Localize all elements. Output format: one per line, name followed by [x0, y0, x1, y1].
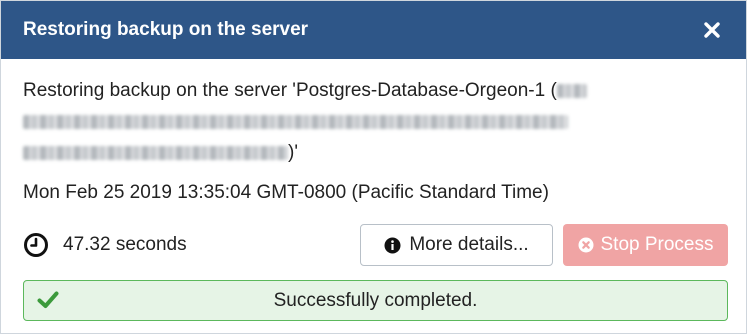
- redacted-host-3: [23, 145, 288, 160]
- dialog-title: Restoring backup on the server: [23, 19, 309, 40]
- redacted-host-2: [23, 114, 568, 129]
- restore-backup-dialog: Restoring backup on the server Restoring…: [0, 0, 747, 334]
- restore-message-suffix: )': [288, 142, 298, 163]
- dialog-header: Restoring backup on the server: [1, 1, 746, 59]
- elapsed-time: 47.32 seconds: [23, 224, 187, 266]
- times-circle-icon: [578, 237, 594, 253]
- start-timestamp: Mon Feb 25 2019 13:35:04 GMT-0800 (Pacif…: [23, 182, 549, 203]
- process-row: 47.32 seconds More details... Stop Proce…: [23, 224, 728, 266]
- elapsed-time-text: 47.32 seconds: [63, 234, 187, 255]
- restore-message: Restoring backup on the server 'Postgres…: [23, 75, 713, 168]
- more-details-button[interactable]: More details...: [360, 224, 553, 266]
- info-circle-icon: [384, 237, 401, 254]
- close-icon[interactable]: [700, 18, 724, 42]
- redacted-host-1: [556, 83, 587, 98]
- check-icon: [37, 290, 59, 310]
- more-details-label: More details...: [409, 234, 529, 255]
- stop-process-button[interactable]: Stop Process: [563, 224, 728, 266]
- status-message: Successfully completed.: [273, 289, 478, 311]
- clock-icon: [23, 232, 49, 258]
- restore-message-text: Restoring backup on the server 'Postgres…: [23, 80, 557, 101]
- status-alert: Successfully completed.: [23, 280, 728, 321]
- stop-process-label: Stop Process: [600, 234, 714, 255]
